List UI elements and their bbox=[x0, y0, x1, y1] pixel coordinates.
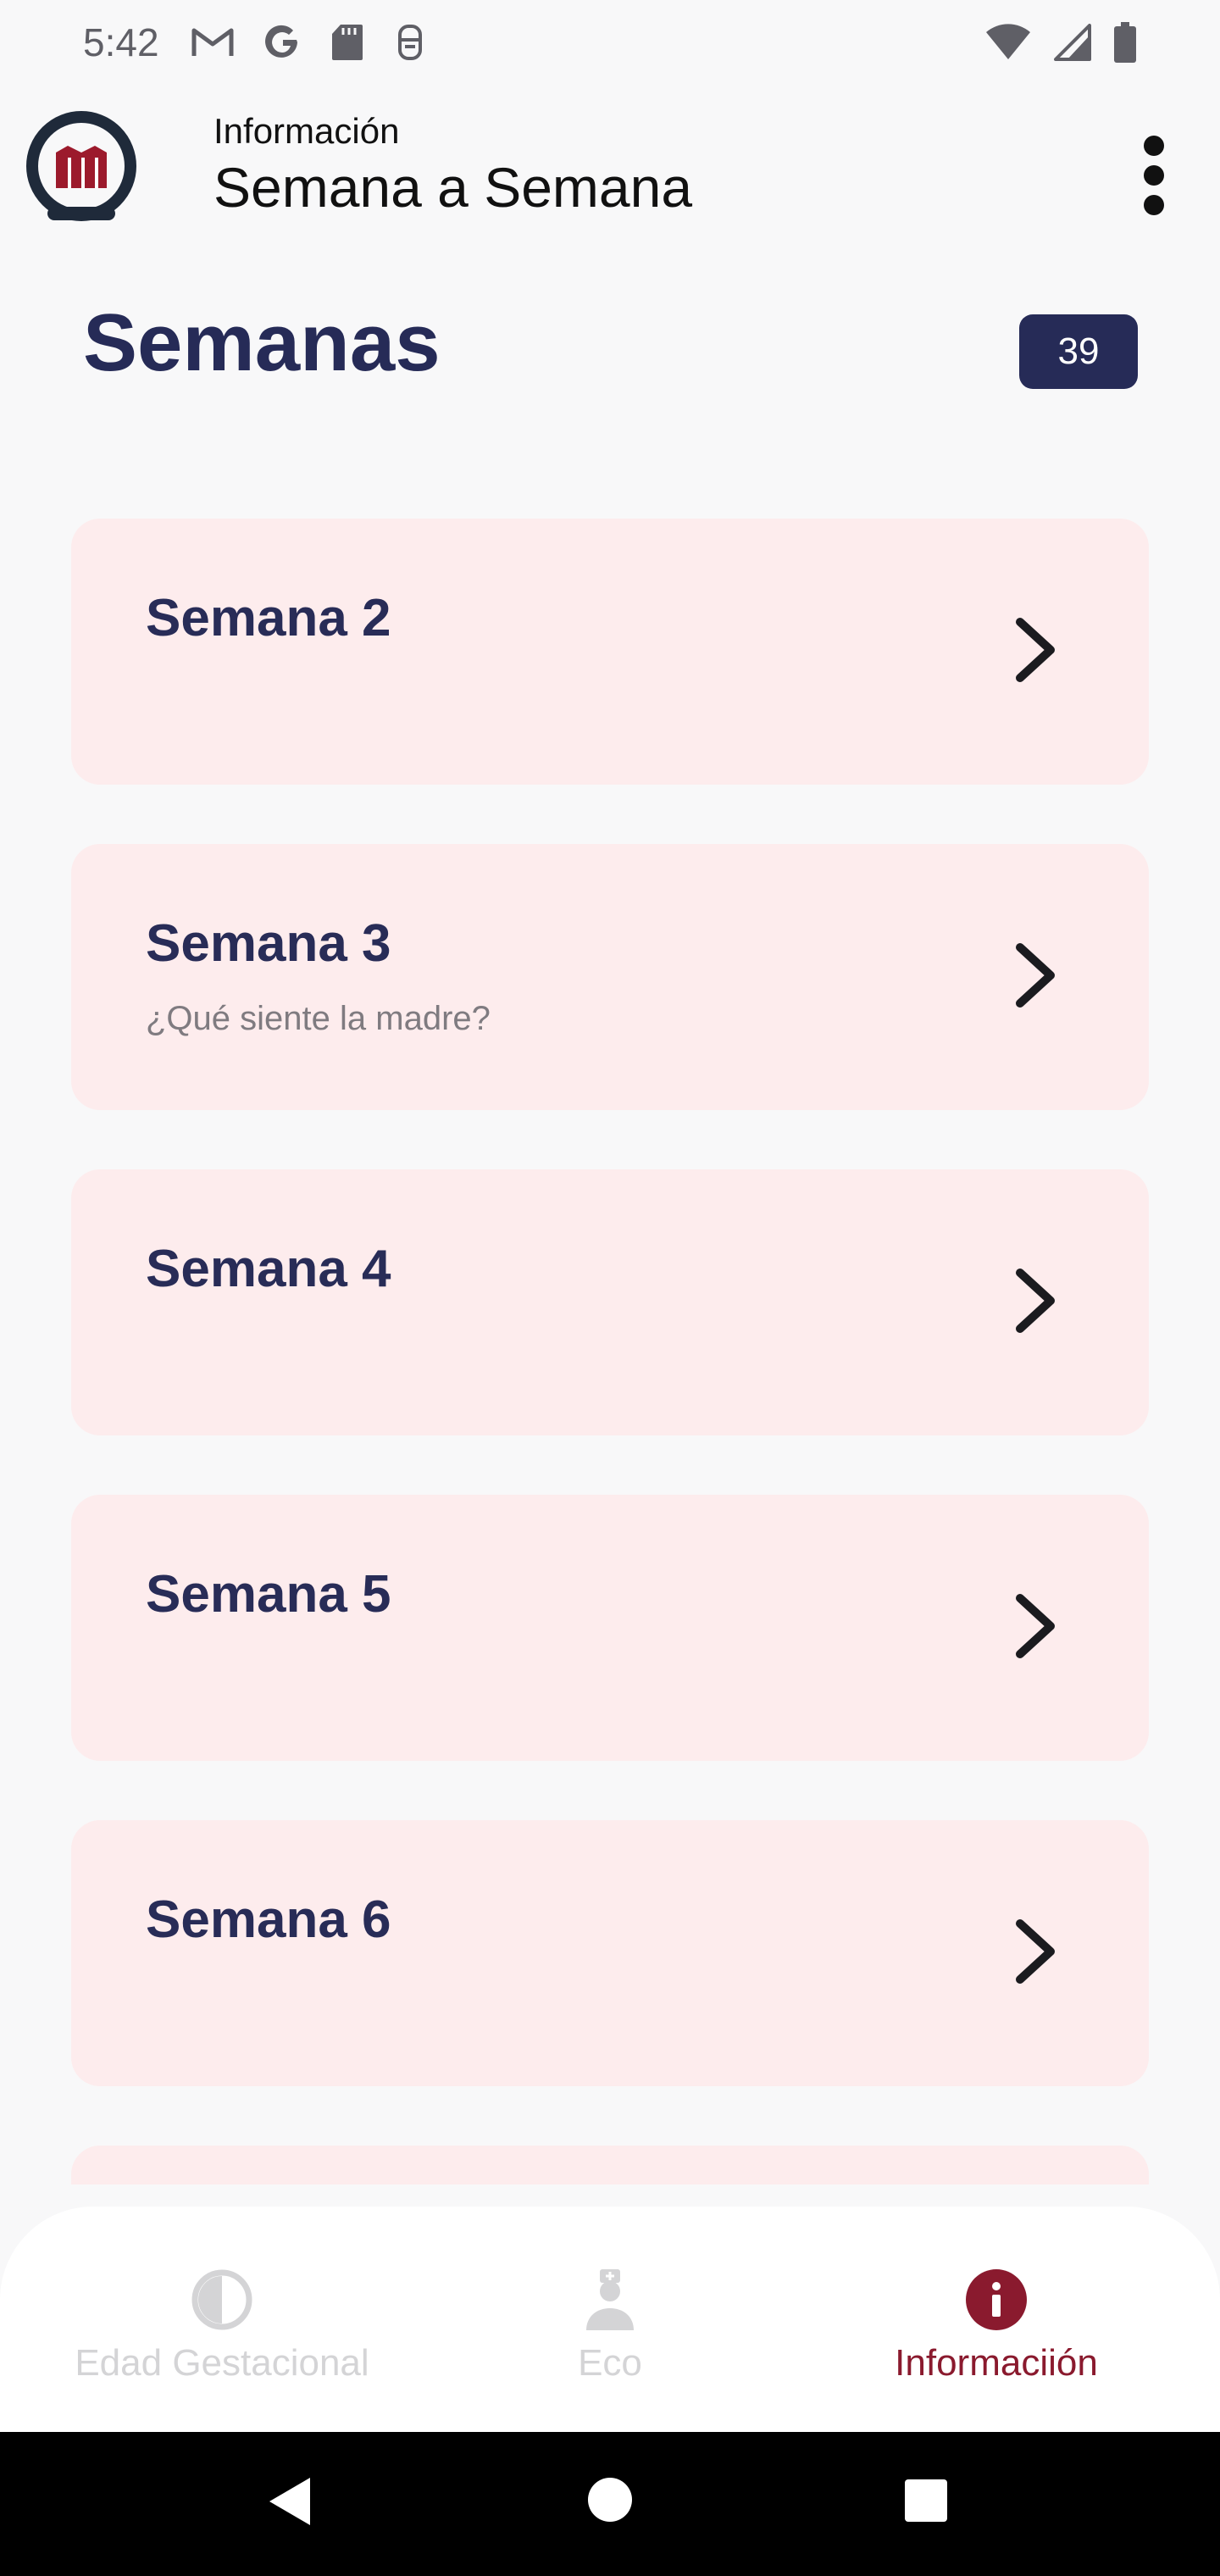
week-card[interactable]: Semana 6 bbox=[71, 1820, 1149, 2086]
chevron-right-icon bbox=[1016, 1269, 1055, 1333]
nav-item-eco[interactable]: Eco bbox=[415, 2266, 805, 2384]
battery-icon bbox=[1113, 22, 1137, 63]
app-bar: Información Semana a Semana bbox=[0, 95, 1220, 239]
gmail-icon bbox=[191, 25, 234, 59]
wifi-icon bbox=[984, 24, 1032, 61]
chevron-right-icon bbox=[1016, 1594, 1055, 1658]
status-time: 5:42 bbox=[83, 20, 159, 64]
week-card[interactable]: Semana 3 ¿Qué siente la madre? bbox=[71, 844, 1149, 1110]
more-options-button[interactable] bbox=[1130, 129, 1178, 222]
doctor-icon bbox=[586, 2269, 634, 2330]
chevron-right-icon bbox=[1016, 943, 1055, 1008]
notification-app-icon bbox=[393, 23, 427, 62]
status-icons-left bbox=[191, 23, 427, 62]
week-card[interactable]: Semana 4 bbox=[71, 1169, 1149, 1435]
info-icon bbox=[966, 2269, 1027, 2330]
screen: 5:42 Información Semana a Semana Semanas… bbox=[0, 0, 1220, 2576]
week-card[interactable]: Semana 2 bbox=[71, 519, 1149, 785]
cell-signal-icon bbox=[1054, 24, 1091, 61]
week-card-title: Semana 6 bbox=[146, 1890, 391, 1949]
app-bar-subtitle: Información bbox=[214, 111, 400, 151]
week-card[interactable] bbox=[71, 2146, 1149, 2185]
more-vertical-icon-dot bbox=[1144, 195, 1164, 215]
more-vertical-icon-dot bbox=[1144, 165, 1164, 186]
week-card-subtitle: ¿Qué siente la madre? bbox=[146, 1000, 491, 1037]
week-card-title: Semana 3 bbox=[146, 914, 391, 973]
hospital-logo-icon bbox=[25, 103, 137, 229]
week-card-title: Semana 2 bbox=[146, 589, 391, 647]
nav-item-informacion[interactable]: Informaciión bbox=[801, 2266, 1191, 2384]
app-bar-title: Semana a Semana bbox=[214, 156, 693, 219]
home-icon[interactable] bbox=[586, 2476, 634, 2523]
chevron-right-icon bbox=[1016, 618, 1055, 682]
nav-item-edad-gestacional[interactable]: Edad Gestacional bbox=[27, 2266, 417, 2384]
nav-label: Eco bbox=[578, 2342, 642, 2384]
more-vertical-icon-dot bbox=[1144, 136, 1164, 156]
status-bar: 5:42 bbox=[0, 0, 1220, 85]
nav-label: Edad Gestacional bbox=[75, 2342, 369, 2384]
half-circle-icon bbox=[191, 2269, 252, 2330]
week-card-title: Semana 4 bbox=[146, 1240, 391, 1298]
week-card-title: Semana 5 bbox=[146, 1565, 391, 1624]
back-icon[interactable] bbox=[266, 2474, 313, 2529]
nav-label: Informaciión bbox=[895, 2342, 1098, 2384]
app-bar-titles: Información Semana a Semana bbox=[214, 110, 692, 222]
system-navigation-bar bbox=[0, 2432, 1220, 2576]
google-icon bbox=[263, 23, 302, 62]
sd-card-icon bbox=[330, 23, 364, 62]
chevron-right-icon bbox=[1016, 1919, 1055, 1984]
count-badge: 39 bbox=[1019, 314, 1138, 389]
page-title: Semanas bbox=[83, 297, 441, 388]
bottom-navigation: Edad Gestacional Eco Informaciión bbox=[0, 2207, 1220, 2432]
status-icons-right bbox=[984, 22, 1137, 63]
week-card[interactable]: Semana 5 bbox=[71, 1495, 1149, 1761]
recents-icon[interactable] bbox=[903, 2478, 949, 2523]
week-list: Semana 2 Semana 3 ¿Qué siente la madre? … bbox=[71, 519, 1149, 2185]
